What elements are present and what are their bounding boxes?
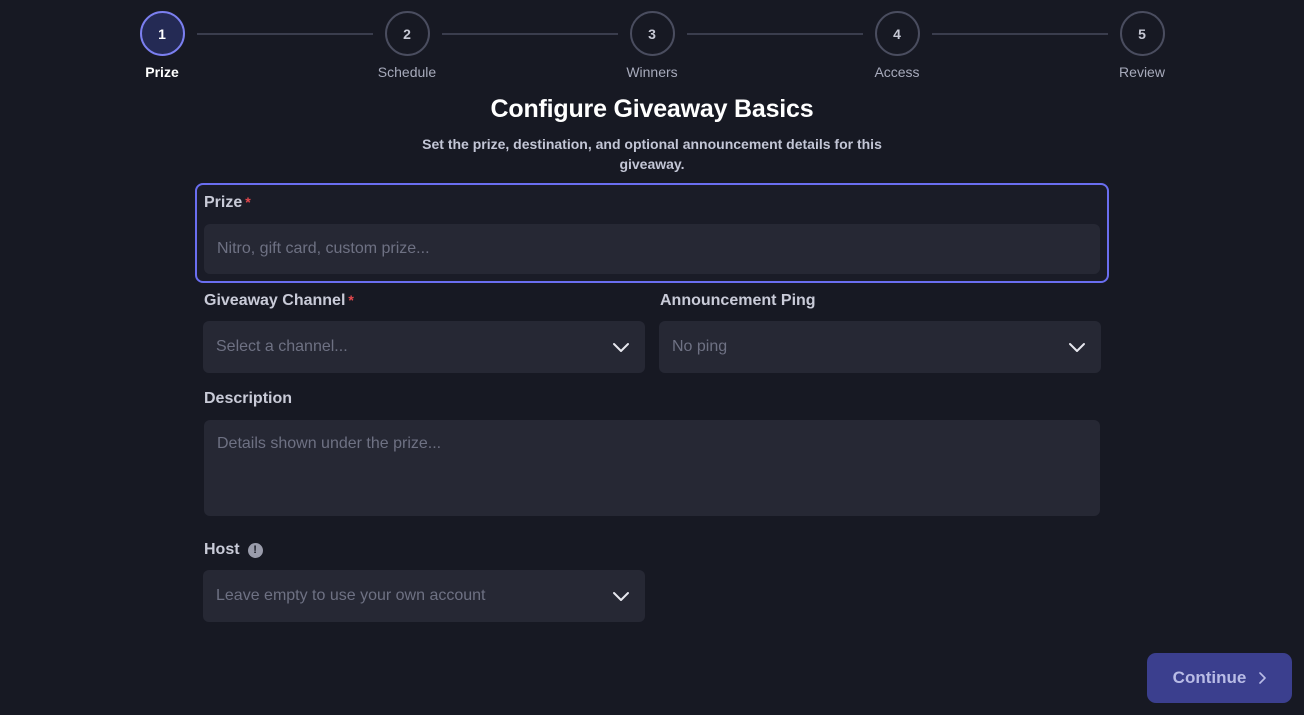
step-number: 4 (874, 11, 920, 56)
ping-label: Announcement Ping (660, 292, 816, 310)
step-connector (932, 33, 1108, 35)
ping-placeholder: No ping (672, 338, 728, 355)
step-number: 5 (1119, 11, 1165, 56)
host-select[interactable]: Leave empty to use your own account (203, 570, 645, 622)
prize-label: Prize * (204, 194, 251, 212)
required-marker: * (348, 292, 354, 308)
continue-label: Continue (1172, 668, 1247, 687)
step-label: Review (1119, 64, 1165, 80)
host-placeholder: Leave empty to use your own account (216, 587, 486, 604)
channel-placeholder: Select a channel... (216, 338, 348, 355)
step-label: Access (874, 64, 920, 80)
continue-button[interactable]: Continue (1147, 653, 1292, 703)
chevron-right-icon (1259, 672, 1267, 684)
channel-label-text: Giveaway Channel (204, 292, 346, 309)
step-schedule[interactable]: 2 Schedule (362, 11, 452, 80)
description-placeholder: Details shown under the prize... (217, 435, 442, 452)
required-marker: * (245, 194, 251, 210)
step-connector (687, 33, 863, 35)
chevron-down-icon (613, 592, 629, 601)
step-number: 3 (629, 11, 675, 56)
prize-input[interactable]: Nitro, gift card, custom prize... (204, 224, 1100, 274)
step-winners[interactable]: 3 Winners (607, 11, 697, 80)
chevron-down-icon (613, 343, 629, 352)
step-prize[interactable]: 1 Prize (117, 11, 207, 80)
step-access[interactable]: 4 Access (852, 11, 942, 80)
ping-label-text: Announcement Ping (660, 292, 816, 309)
ping-select[interactable]: No ping (659, 321, 1101, 373)
description-textarea[interactable]: Details shown under the prize... (204, 420, 1100, 516)
page-title: Configure Giveaway Basics (490, 95, 814, 123)
page-header: Configure Giveaway Basics Set the prize,… (0, 95, 1304, 174)
step-number: 1 (139, 11, 185, 56)
page-subtitle: Set the prize, destination, and optional… (422, 136, 882, 172)
step-label: Winners (626, 64, 678, 80)
step-connector (197, 33, 373, 35)
stepper: 1 Prize 2 Schedule 3 Winners 4 Access 5 … (0, 0, 1304, 90)
step-label: Schedule (377, 64, 437, 80)
step-number: 2 (384, 11, 430, 56)
info-icon[interactable]: ! (247, 542, 263, 558)
description-label-text: Description (204, 390, 293, 407)
chevron-down-icon (1069, 343, 1085, 352)
step-review[interactable]: 5 Review (1097, 11, 1187, 80)
channel-select[interactable]: Select a channel... (203, 321, 645, 373)
host-label-text: Host (204, 541, 240, 558)
step-label: Prize (145, 64, 179, 80)
description-label: Description (204, 390, 292, 408)
channel-label: Giveaway Channel * (204, 292, 354, 310)
prize-label-text: Prize (204, 194, 243, 211)
prize-placeholder: Nitro, gift card, custom prize... (217, 240, 430, 257)
host-label: Host! (204, 541, 263, 559)
step-connector (442, 33, 618, 35)
